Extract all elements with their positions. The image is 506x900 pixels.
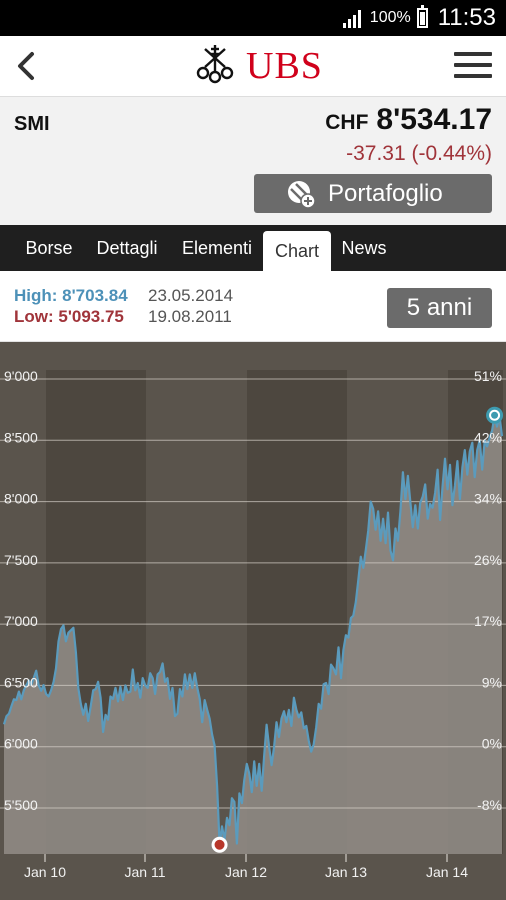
y2-tick-label: 17% — [474, 613, 502, 629]
y-tick-label: 9'000 — [4, 368, 38, 384]
ubs-keys-logo — [196, 45, 234, 84]
hamburger-menu-icon[interactable] — [454, 52, 492, 80]
tab-bar: Borse Dettagli Elementi Chart News — [0, 225, 506, 271]
y-tick-label: 7'000 — [4, 613, 38, 629]
portfolio-button[interactable]: Portafoglio — [254, 174, 492, 213]
battery-icon — [416, 5, 428, 28]
y-tick-label: 8'500 — [4, 429, 38, 445]
tab-elementi[interactable]: Elementi — [172, 225, 262, 271]
range-info: High: 8'703.84 23.05.2014 Low: 5'093.75 … — [0, 271, 506, 342]
x-tick-label: Jan 12 — [225, 864, 267, 880]
clock: 11:53 — [437, 4, 496, 31]
portfolio-add-icon — [288, 180, 316, 209]
high-value: 8'703.84 — [62, 286, 128, 305]
x-tick-label: Jan 14 — [426, 864, 468, 880]
y2-tick-label: 51% — [474, 368, 502, 384]
x-tick-label: Jan 13 — [325, 864, 367, 880]
low-label: Low: — [14, 307, 54, 326]
high-row: High: 8'703.84 23.05.2014 — [14, 286, 233, 306]
price-change: -37.31 (-0.44%) — [346, 142, 492, 165]
logo-text: UBS — [246, 45, 323, 87]
tab-dettagli[interactable]: Dettagli — [88, 225, 166, 271]
portfolio-label: Portafoglio — [328, 179, 443, 207]
y-tick-label: 7'500 — [4, 552, 38, 568]
high-label: High: — [14, 286, 58, 305]
x-tick-label: Jan 10 — [24, 864, 66, 880]
app-bar: UBS — [0, 36, 506, 97]
price-value: 8'534.17 — [376, 103, 492, 136]
index-symbol: SMI — [14, 113, 50, 135]
y-tick-label: 5'500 — [4, 797, 38, 813]
status-bar: 100% 11:53 — [0, 0, 506, 36]
chevron-left-icon[interactable] — [8, 46, 48, 86]
period-button[interactable]: 5 anni — [387, 288, 492, 328]
price-chart: 9'000 8'500 8'000 7'500 7'000 6'500 6'000 5'500… — [0, 342, 506, 900]
y2-tick-label: -8% — [477, 797, 502, 813]
x-tick-label: Jan 11 — [125, 864, 166, 880]
y-tick-label: 6'500 — [4, 674, 38, 690]
y2-tick-label: 9% — [482, 674, 502, 690]
tab-news[interactable]: News — [334, 225, 394, 271]
y2-tick-label: 42% — [474, 429, 502, 445]
low-date: 19.08.2011 — [148, 307, 232, 326]
y-tick-label: 8'000 — [4, 491, 38, 507]
low-value: 5'093.75 — [58, 307, 124, 326]
tab-chart[interactable]: Chart — [263, 231, 331, 271]
y2-tick-label: 26% — [474, 552, 502, 568]
y-tick-label: 6'000 — [4, 736, 38, 752]
y2-tick-label: 34% — [474, 491, 502, 507]
tab-borse[interactable]: Borse — [14, 225, 84, 271]
high-date: 23.05.2014 — [148, 286, 234, 305]
ubs-logo: UBS — [192, 42, 323, 90]
high-marker-dot — [491, 411, 499, 419]
battery-percent: 100% — [369, 9, 411, 26]
y2-tick-label: 0% — [482, 736, 502, 752]
quote-panel: SMI CHF 8'534.17 -37.31 (-0.44%) Portafo… — [0, 97, 506, 225]
low-row: Low: 5'093.75 19.08.2011 — [14, 307, 232, 327]
signal-icon — [342, 10, 361, 28]
low-marker-dot — [214, 839, 225, 850]
currency: CHF — [325, 111, 369, 134]
price: CHF 8'534.17 — [325, 103, 492, 137]
